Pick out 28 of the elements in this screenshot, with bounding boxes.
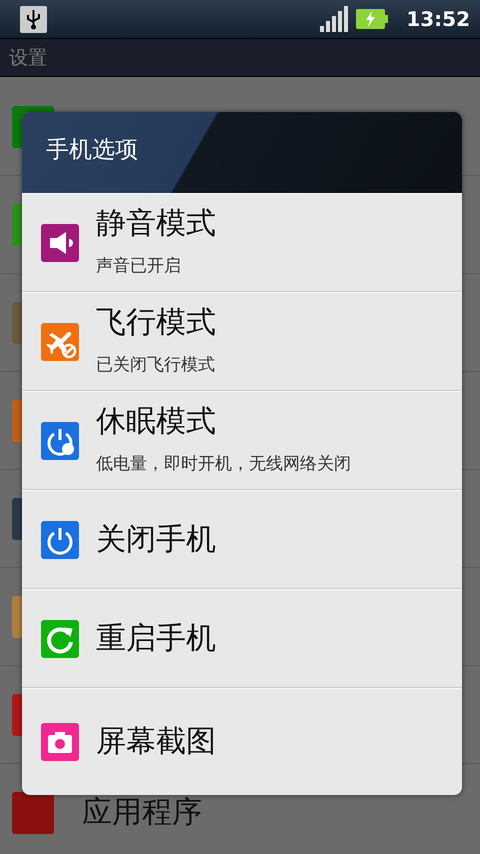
- option-item[interactable]: 重启手机: [22, 589, 462, 688]
- dialog-title: 手机选项: [46, 136, 138, 165]
- speaker-icon: [41, 224, 79, 262]
- option-item[interactable]: 静音模式 声音已开启: [22, 193, 462, 292]
- option-item[interactable]: 关闭手机: [22, 490, 462, 589]
- option-subtitle: 已关闭飞行模式: [96, 354, 216, 376]
- option-title: 重启手机: [96, 622, 216, 654]
- option-item[interactable]: 飞行模式 已关闭飞行模式: [22, 292, 462, 391]
- option-item[interactable]: 休眠模式 低电量，即时开机，无线网络关闭: [22, 391, 462, 490]
- option-title: 关闭手机: [96, 524, 216, 556]
- airplane-off-icon: [41, 322, 79, 360]
- option-item[interactable]: 屏幕截图: [22, 688, 462, 795]
- option-title: 屏幕截图: [96, 726, 216, 758]
- option-title: 静音模式: [96, 208, 216, 240]
- usb-icon: [20, 6, 47, 32]
- option-subtitle: 低电量，即时开机，无线网络关闭: [96, 453, 351, 475]
- option-title: 飞行模式: [96, 307, 216, 339]
- option-subtitle: 声音已开启: [96, 255, 182, 277]
- setting-label[interactable]: 应用程序: [82, 792, 202, 833]
- screen-title: 设置: [9, 46, 47, 70]
- option-title: 休眠模式: [96, 406, 217, 438]
- status-time: 13:52: [406, 7, 470, 31]
- refresh-icon: [41, 620, 79, 658]
- signal-icon: [320, 6, 348, 32]
- camera-icon: [41, 723, 79, 761]
- battery-charging-icon: [356, 9, 388, 29]
- power-icon: [41, 422, 79, 460]
- power-icon: [41, 520, 79, 558]
